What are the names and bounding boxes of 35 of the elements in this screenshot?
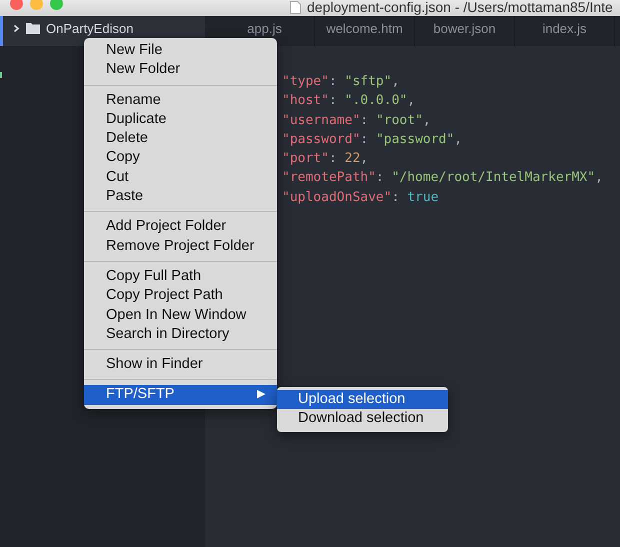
menu-item[interactable]: New Folder xyxy=(84,60,277,80)
code-line: "uploadOnSave": true xyxy=(282,188,440,207)
menu-item[interactable]: Search in Directory xyxy=(84,324,277,344)
file-tab[interactable]: index.js xyxy=(515,16,615,46)
file-tab[interactable]: welcome.htm xyxy=(315,16,415,46)
menu-item[interactable]: Upload selection xyxy=(277,390,448,410)
project-name: OnPartyEdison xyxy=(46,20,134,36)
menu-item[interactable]: Duplicate xyxy=(84,110,277,130)
minimize-button[interactable] xyxy=(30,0,43,10)
code-line: "host": ".0.0.0", xyxy=(282,92,416,110)
menu-item[interactable]: Copy xyxy=(84,148,277,168)
menu-item[interactable]: Open In New Window xyxy=(84,306,277,325)
menu-item[interactable]: Copy Project Path xyxy=(84,286,277,306)
document-icon xyxy=(290,0,301,14)
close-button[interactable] xyxy=(10,0,23,10)
menu-item[interactable]: Rename xyxy=(84,90,277,110)
code-line: "port": 22, xyxy=(282,150,370,168)
menu-item[interactable]: Add Project Folder xyxy=(84,217,277,237)
code-line: "remotePath": "/home/root/IntelMarkerMX", xyxy=(282,169,604,188)
menu-item[interactable]: Remove Project Folder xyxy=(84,236,277,256)
file-tab[interactable]: bower.json xyxy=(415,16,515,46)
menu-item[interactable]: Copy Full Path xyxy=(84,266,277,286)
folder-icon xyxy=(26,22,40,34)
code-line: "password": "password", xyxy=(282,130,464,149)
menu-item[interactable]: Delete xyxy=(84,129,277,148)
window-title: deployment-config.json - /Users/mottaman85/Inte xyxy=(307,0,613,14)
code-line: "type": "sftp", xyxy=(282,73,400,91)
menu-item[interactable]: Show in Finder xyxy=(84,355,277,374)
menu-item[interactable]: Paste xyxy=(84,187,277,206)
chevron-icon xyxy=(13,24,20,32)
menu-item[interactable]: Cut xyxy=(84,168,277,188)
zoom-button[interactable] xyxy=(50,0,63,10)
code-line: "username": "root", xyxy=(282,112,432,130)
menu-item[interactable]: Download selection xyxy=(277,409,448,429)
menu-item[interactable]: FTP/SFTP ▶ xyxy=(84,385,277,405)
